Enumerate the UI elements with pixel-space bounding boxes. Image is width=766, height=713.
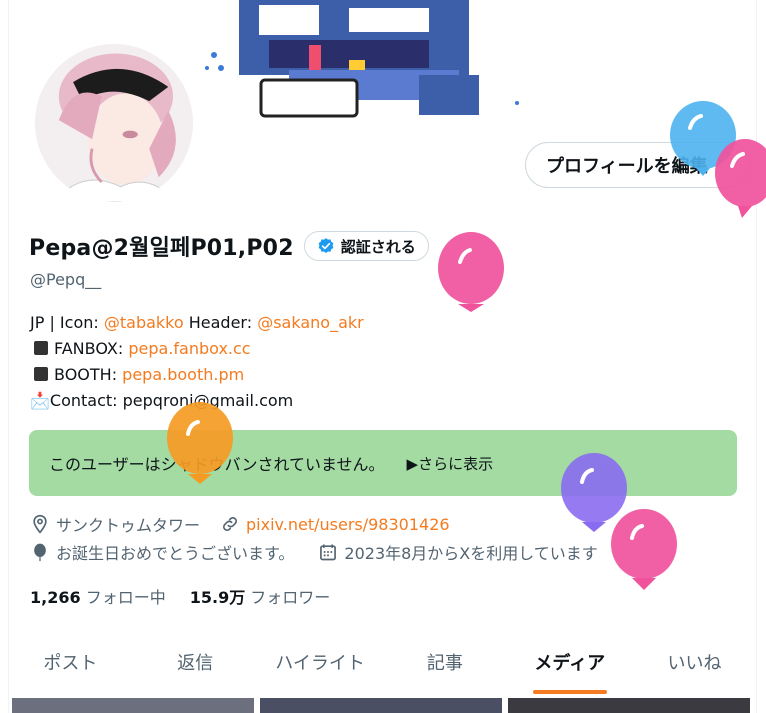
location-text: サンクトゥムタワー — [56, 516, 201, 535]
profile-page: プロフィールを編集 Pepa@2월일페P01,P02 認証される @Pepq__… — [8, 0, 757, 713]
fanbox-link[interactable]: pepa.fanbox.cc — [128, 339, 250, 358]
header-credit-link[interactable]: @sakano_akr — [257, 313, 364, 332]
show-more-button[interactable]: ▶さらに表示 — [407, 453, 494, 474]
media-grid — [12, 698, 750, 713]
name-row: Pepa@2월일페P01,P02 認証される — [29, 230, 429, 262]
birthday-text: お誕生日おめでとうございます。 — [56, 544, 295, 563]
followers-count: 15.9万 — [189, 588, 246, 607]
icon-credit-link[interactable]: @tabakko — [104, 313, 184, 332]
verified-button[interactable]: 認証される — [303, 231, 429, 261]
balloon-icon — [34, 543, 46, 562]
media-thumbnail[interactable] — [508, 698, 750, 713]
following-label: フォロー中 — [85, 588, 166, 607]
tab-likes[interactable]: いいね — [632, 630, 757, 694]
media-thumbnail[interactable] — [260, 698, 502, 713]
shadowban-status-box: このユーザーはシャドウバンされていません。 ▶さらに表示 — [29, 430, 737, 496]
website-link[interactable]: pixiv.net/users/98301426 — [246, 515, 450, 534]
tab-label: 記事 — [426, 653, 463, 674]
link-icon — [223, 517, 237, 531]
calendar-icon — [320, 544, 337, 561]
active-tab-indicator — [532, 690, 607, 694]
bio-line-fanbox: FANBOX: pepa.fanbox.cc — [30, 336, 364, 362]
balloon-decoration-pink — [715, 139, 766, 218]
verified-label: 認証される — [340, 237, 416, 256]
black-square-icon — [34, 367, 48, 381]
balloon-decoration-pink — [611, 509, 677, 590]
balloon-decoration-orange — [167, 402, 233, 484]
tab-media[interactable]: メディア — [507, 630, 632, 694]
bio-text: JP | Icon: — [30, 313, 104, 332]
tab-highlights[interactable]: ハイライト — [258, 630, 383, 694]
display-name: Pepa@2월일페P01,P02 — [29, 236, 294, 261]
bio-line-booth: BOOTH: pepa.booth.pm — [30, 362, 364, 388]
profile-tabs: ポスト 返信 ハイライト 記事 メディア いいね — [8, 630, 757, 694]
followers-label: フォロワー — [250, 588, 331, 607]
booth-label: BOOTH: — [54, 365, 123, 384]
followers-link[interactable]: 15.9万 フォロワー — [190, 584, 331, 608]
tab-replies[interactable]: 返信 — [133, 630, 258, 694]
fanbox-label: FANBOX: — [54, 339, 129, 358]
following-link[interactable]: 1,266 フォロー中 — [30, 584, 166, 608]
booth-link[interactable]: pepa.booth.pm — [122, 365, 244, 384]
bio: JP | Icon: @tabakko Header: @sakano_akr … — [30, 310, 364, 414]
bio-line-1: JP | Icon: @tabakko Header: @sakano_akr — [30, 310, 364, 336]
meta-row-1: サンクトゥムタワー pixiv.net/users/98301426 — [30, 512, 450, 536]
envelope-download-icon: 📩 — [30, 391, 50, 410]
tab-label: いいね — [667, 653, 722, 674]
tab-label: ハイライト — [275, 653, 365, 674]
location-icon — [33, 514, 47, 534]
balloon-decoration-pink — [438, 232, 504, 312]
bio-text: Header: — [183, 313, 258, 332]
meta-row-2: お誕生日おめでとうございます。 2023年8月からXを利用しています — [30, 540, 598, 564]
black-square-icon — [34, 341, 48, 355]
follow-stats: 1,266 フォロー中 15.9万 フォロワー — [30, 584, 330, 608]
verified-badge-icon — [318, 238, 334, 253]
tab-posts[interactable]: ポスト — [8, 630, 133, 694]
user-handle: @Pepq__ — [30, 270, 102, 289]
avatar[interactable] — [31, 40, 197, 206]
tab-articles[interactable]: 記事 — [382, 630, 507, 694]
header-banner-image[interactable] — [199, 0, 519, 130]
following-count: 1,266 — [30, 588, 81, 607]
tab-label: ポスト — [43, 653, 98, 674]
media-thumbnail[interactable] — [12, 698, 254, 713]
joined-text: 2023年8月からXを利用しています — [344, 544, 598, 563]
tab-label: メディア — [534, 653, 606, 674]
tab-label: 返信 — [177, 653, 214, 674]
